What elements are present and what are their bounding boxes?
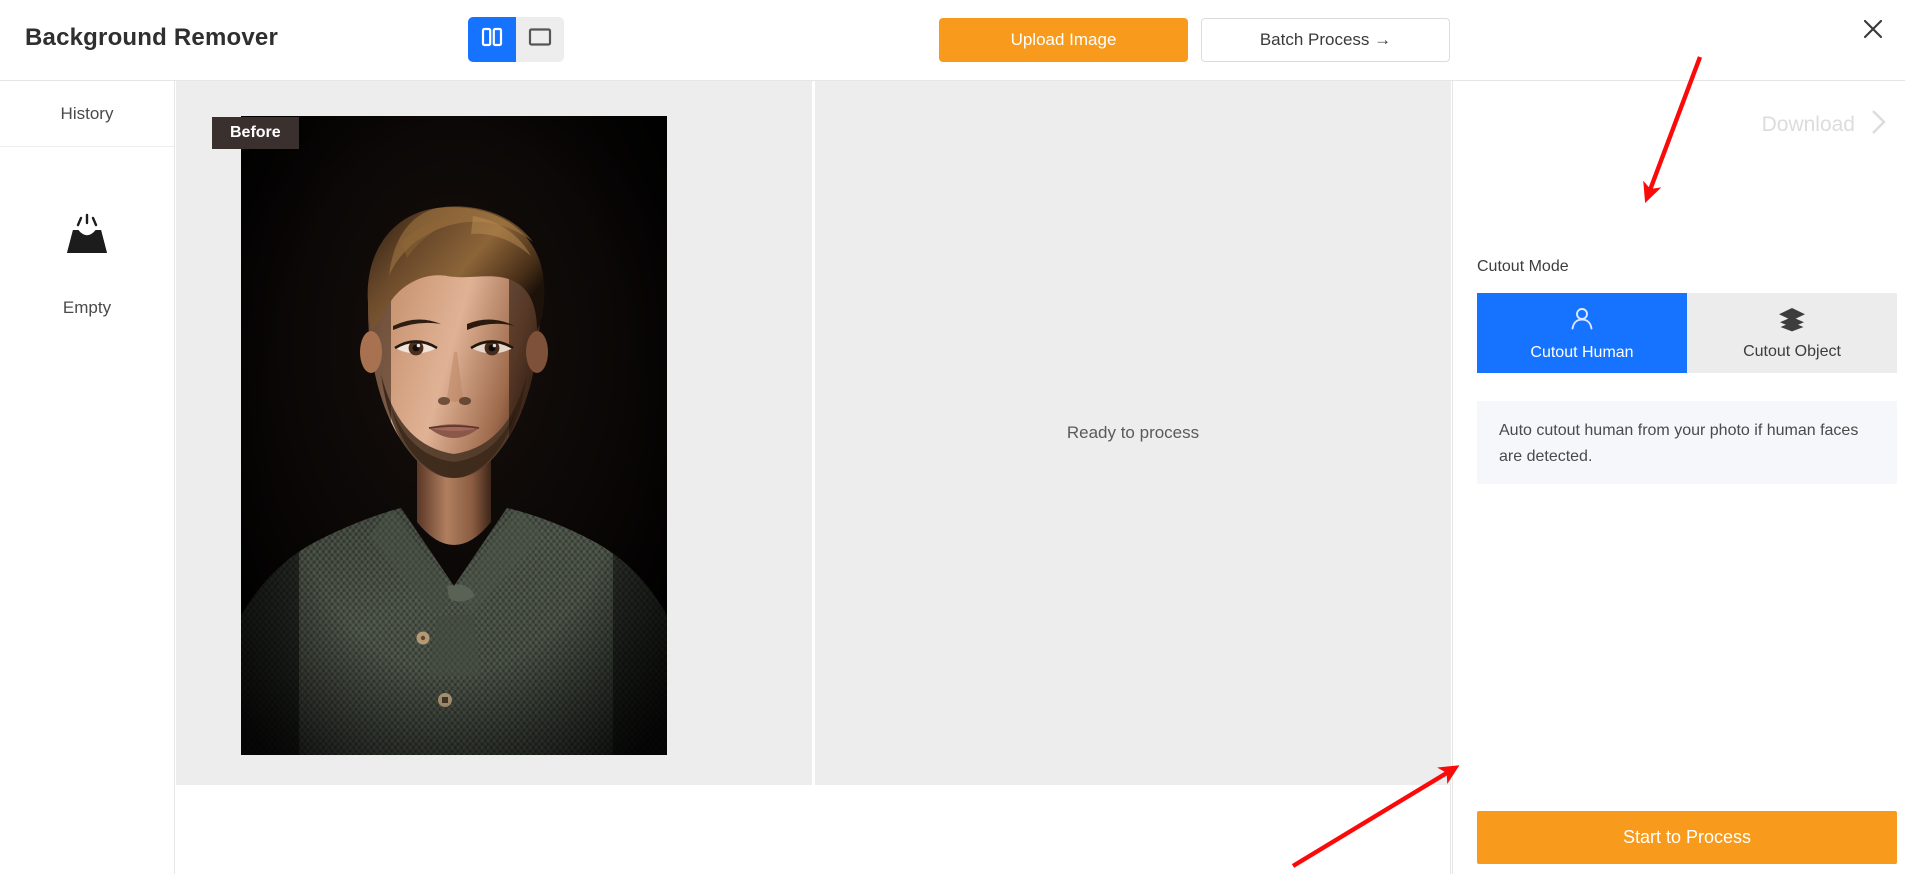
close-button[interactable]: [1858, 16, 1888, 46]
cutout-human-button[interactable]: Cutout Human: [1477, 293, 1687, 373]
close-icon: [1862, 18, 1884, 45]
source-photo[interactable]: [241, 116, 667, 755]
cutout-object-button[interactable]: Cutout Object: [1687, 293, 1897, 373]
split-view-button[interactable]: [468, 17, 516, 62]
settings-panel: Download Cutout Mode Cutout Human Cutout…: [1452, 81, 1905, 874]
download-label: Download: [1761, 112, 1855, 136]
layers-icon: [1777, 306, 1807, 337]
preview-footer: [176, 785, 1451, 874]
history-empty-state: Empty: [0, 213, 174, 318]
sidebar-empty-label: Empty: [62, 298, 112, 317]
start-process-button[interactable]: Start to Process: [1477, 811, 1897, 864]
upload-image-button[interactable]: Upload Image: [939, 18, 1188, 62]
background-remover-window: Background Remover Upload Image Batch Pr…: [0, 0, 1905, 874]
sidebar-item-history[interactable]: History: [0, 81, 174, 147]
single-view-icon: [528, 27, 552, 52]
cutout-object-label: Cutout Object: [1743, 342, 1841, 360]
person-icon: [1568, 305, 1596, 338]
process-status-text: Ready to process: [1066, 423, 1200, 442]
cutout-mode-description: Auto cutout human from your photo if hum…: [1477, 401, 1897, 484]
inbox-empty-icon: [61, 213, 113, 262]
cutout-human-label: Cutout Human: [1530, 343, 1634, 361]
view-mode-toggle[interactable]: [468, 17, 564, 62]
sidebar-history-label: History: [60, 103, 114, 123]
batch-process-button[interactable]: Batch Process →: [1201, 18, 1450, 62]
page-title: Background Remover: [25, 24, 278, 51]
split-view-icon: [481, 27, 503, 52]
cutout-mode-group: Cutout Human Cutout Object: [1477, 293, 1897, 373]
after-pane: Ready to process: [815, 81, 1451, 785]
download-button[interactable]: Download: [1762, 107, 1889, 142]
top-bar: Background Remover Upload Image Batch Pr…: [0, 0, 1905, 81]
history-sidebar: History Empty: [0, 81, 175, 874]
chevron-right-icon: [1869, 107, 1889, 142]
preview-area: Before Ready to process: [176, 81, 1451, 785]
cutout-mode-label: Cutout Mode: [1477, 258, 1569, 275]
single-view-button[interactable]: [516, 17, 564, 62]
before-pane: Before: [176, 81, 812, 785]
before-label: Before: [212, 117, 299, 149]
